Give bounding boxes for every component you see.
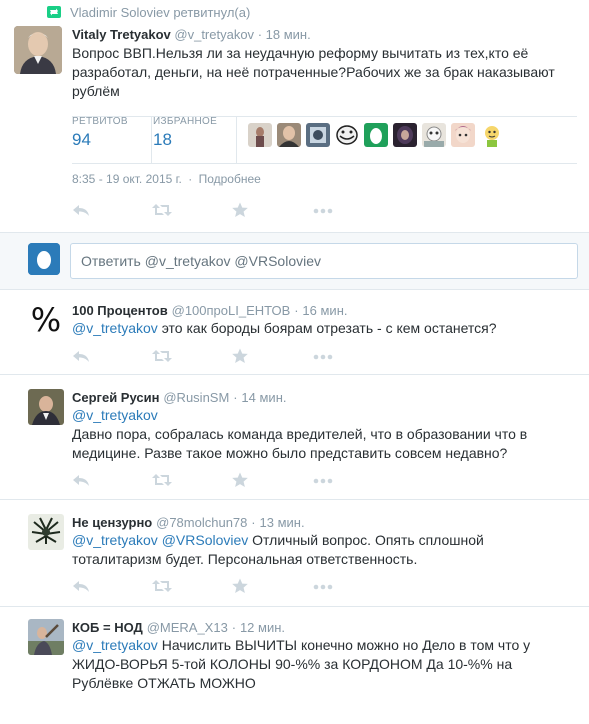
tweet-text: @v_tretyakov это как бороды боярам отрез…: [72, 319, 572, 338]
mention-link[interactable]: @v_tretyakov: [72, 407, 158, 423]
retweets-count[interactable]: 94: [72, 130, 91, 150]
separator-dot: ·: [257, 27, 263, 42]
author-name[interactable]: КОБ = НОД: [72, 620, 143, 635]
author-name[interactable]: 100 Процентов: [72, 303, 168, 318]
tweet-header: Сергей Русин @RusinSM · 14 мин.: [72, 389, 286, 405]
favorite-star-icon[interactable]: [231, 202, 253, 218]
tweet-body: это как бороды боярам отрезать - с кем о…: [157, 320, 497, 336]
separator-dot: ·: [231, 620, 237, 635]
favorite-star-icon[interactable]: [231, 578, 253, 594]
more-dots-icon[interactable]: [312, 348, 334, 364]
reply-icon[interactable]: [72, 348, 94, 364]
favoriter-avatar[interactable]: [306, 123, 330, 147]
author-handle[interactable]: @78molchun78: [156, 515, 247, 530]
favorite-star-icon[interactable]: [231, 472, 253, 488]
tweet-body: Давно пора, собралась команда вредителей…: [72, 426, 528, 461]
favoriter-avatar[interactable]: [248, 123, 272, 147]
author-name[interactable]: Не цензурно: [72, 515, 152, 530]
author-handle[interactable]: @MERA_X13: [147, 620, 228, 635]
tweet-stats: РЕТВИТОВ 94 ИЗБРАННОЕ 18: [72, 116, 577, 164]
main-tweet: Vitaly Tretyakov @v_tretyakov · 18 мин. …: [0, 20, 589, 232]
percent-icon[interactable]: %: [28, 302, 64, 338]
reply-icon[interactable]: [72, 578, 94, 594]
mention-link[interactable]: @v_tretyakov: [72, 532, 158, 548]
favoriter-avatar[interactable]: [451, 123, 475, 147]
retweet-icon[interactable]: [151, 472, 173, 488]
tweet-timestamp[interactable]: 8:35 - 19 окт. 2015 г.: [72, 172, 182, 186]
mention-link[interactable]: @v_tretyakov: [72, 320, 158, 336]
reply-tweet: КОБ = НОД @MERA_X13 · 12 мин. @v_tretyak…: [0, 607, 589, 724]
retweet-notice-text[interactable]: Vladimir Soloviev ретвитнул(а): [70, 5, 250, 20]
tweet-time[interactable]: 12 мин.: [240, 620, 285, 635]
retweet-icon[interactable]: [151, 578, 173, 594]
tweet-text: Вопрос ВВП.Нельзя ли за неудачную реформ…: [72, 45, 555, 99]
tweet-actions: [72, 348, 372, 366]
favorites-count[interactable]: 18: [153, 130, 172, 150]
details-link[interactable]: Подробнее: [199, 172, 261, 186]
author-handle[interactable]: @100проLI_ЕНТОВ: [172, 303, 291, 318]
favoriter-avatar[interactable]: [335, 123, 359, 147]
mention-link[interactable]: @VRSoloviev: [162, 532, 249, 548]
svg-text:%: %: [31, 302, 61, 338]
tweet-time[interactable]: 13 мин.: [260, 515, 305, 530]
favoriter-avatar[interactable]: [364, 123, 388, 147]
tweet-header: КОБ = НОД @MERA_X13 · 12 мин.: [72, 619, 285, 635]
reply-tweet: Сергей Русин @RusinSM · 14 мин. @v_trety…: [0, 375, 589, 500]
tweet-text: @v_tretyakov Давно пора, собралась команд…: [72, 406, 572, 463]
tweet-text: @v_tretyakov @VRSoloviev Отличный вопрос…: [72, 531, 572, 569]
tweet-time[interactable]: 18 мин.: [266, 27, 311, 42]
retweet-icon: [47, 5, 61, 18]
separator-dot: ·: [294, 303, 299, 318]
favorites-stat[interactable]: ИЗБРАННОЕ 18: [153, 116, 237, 163]
reply-icon[interactable]: [72, 472, 94, 488]
avatar[interactable]: [14, 26, 62, 74]
favoriter-avatar[interactable]: [277, 123, 301, 147]
more-dots-icon[interactable]: [312, 472, 334, 488]
tweet-header: Vitaly Tretyakov @v_tretyakov · 18 мин.: [72, 27, 311, 42]
tweet-actions: [72, 578, 372, 596]
author-name[interactable]: Сергей Русин: [72, 390, 159, 405]
more-dots-icon[interactable]: [312, 578, 334, 594]
tweet-header: Не цензурно @78molchun78 · 13 мин.: [72, 514, 305, 530]
author-handle[interactable]: @RusinSM: [163, 390, 229, 405]
more-dots-icon[interactable]: [312, 202, 334, 218]
tweet-time[interactable]: 14 мин.: [241, 390, 286, 405]
favorite-star-icon[interactable]: [231, 348, 253, 364]
separator-dot: ·: [251, 515, 256, 530]
retweet-icon[interactable]: [151, 348, 173, 364]
mention-link[interactable]: @v_tretyakov: [72, 637, 158, 653]
tweet-text: @v_tretyakov Начислить ВЫЧИТЫ конечно мо…: [72, 636, 552, 693]
egg-avatar-icon: [28, 243, 60, 275]
tweet-meta: 8:35 - 19 окт. 2015 г. · Подробнее: [72, 172, 261, 186]
favoriter-avatar[interactable]: [393, 123, 417, 147]
retweets-label: РЕТВИТОВ: [72, 116, 128, 127]
separator-dot: ·: [233, 390, 238, 405]
tweet-actions: [72, 202, 372, 220]
reply-tweet: % 100 Процентов @100проLI_ЕНТОВ · 16 мин…: [0, 290, 589, 375]
tweet-actions: [72, 472, 372, 490]
tweet-header: 100 Процентов @100проLI_ЕНТОВ · 16 мин.: [72, 302, 347, 318]
reply-input[interactable]: Ответить @v_tretyakov @VRSoloviev: [70, 243, 578, 279]
retweet-icon[interactable]: [151, 202, 173, 218]
author-name[interactable]: Vitaly Tretyakov: [72, 27, 171, 42]
divider: [72, 163, 577, 164]
reply-tweet: Не цензурно @78molchun78 · 13 мин. @v_tr…: [0, 500, 589, 607]
author-handle[interactable]: @v_tretyakov: [174, 27, 254, 42]
avatar[interactable]: [28, 514, 64, 550]
separator-dot: ·: [188, 172, 193, 186]
favoriter-avatar[interactable]: [480, 123, 504, 147]
avatar[interactable]: [28, 619, 64, 655]
retweets-stat[interactable]: РЕТВИТОВ 94: [72, 116, 152, 163]
favoriter-avatar[interactable]: [422, 123, 446, 147]
tweet-time[interactable]: 16 мин.: [302, 303, 347, 318]
favorites-label: ИЗБРАННОЕ: [153, 116, 218, 127]
reply-composer: Ответить @v_tretyakov @VRSoloviev: [0, 232, 589, 290]
avatar[interactable]: [28, 389, 64, 425]
reply-icon[interactable]: [72, 202, 94, 218]
